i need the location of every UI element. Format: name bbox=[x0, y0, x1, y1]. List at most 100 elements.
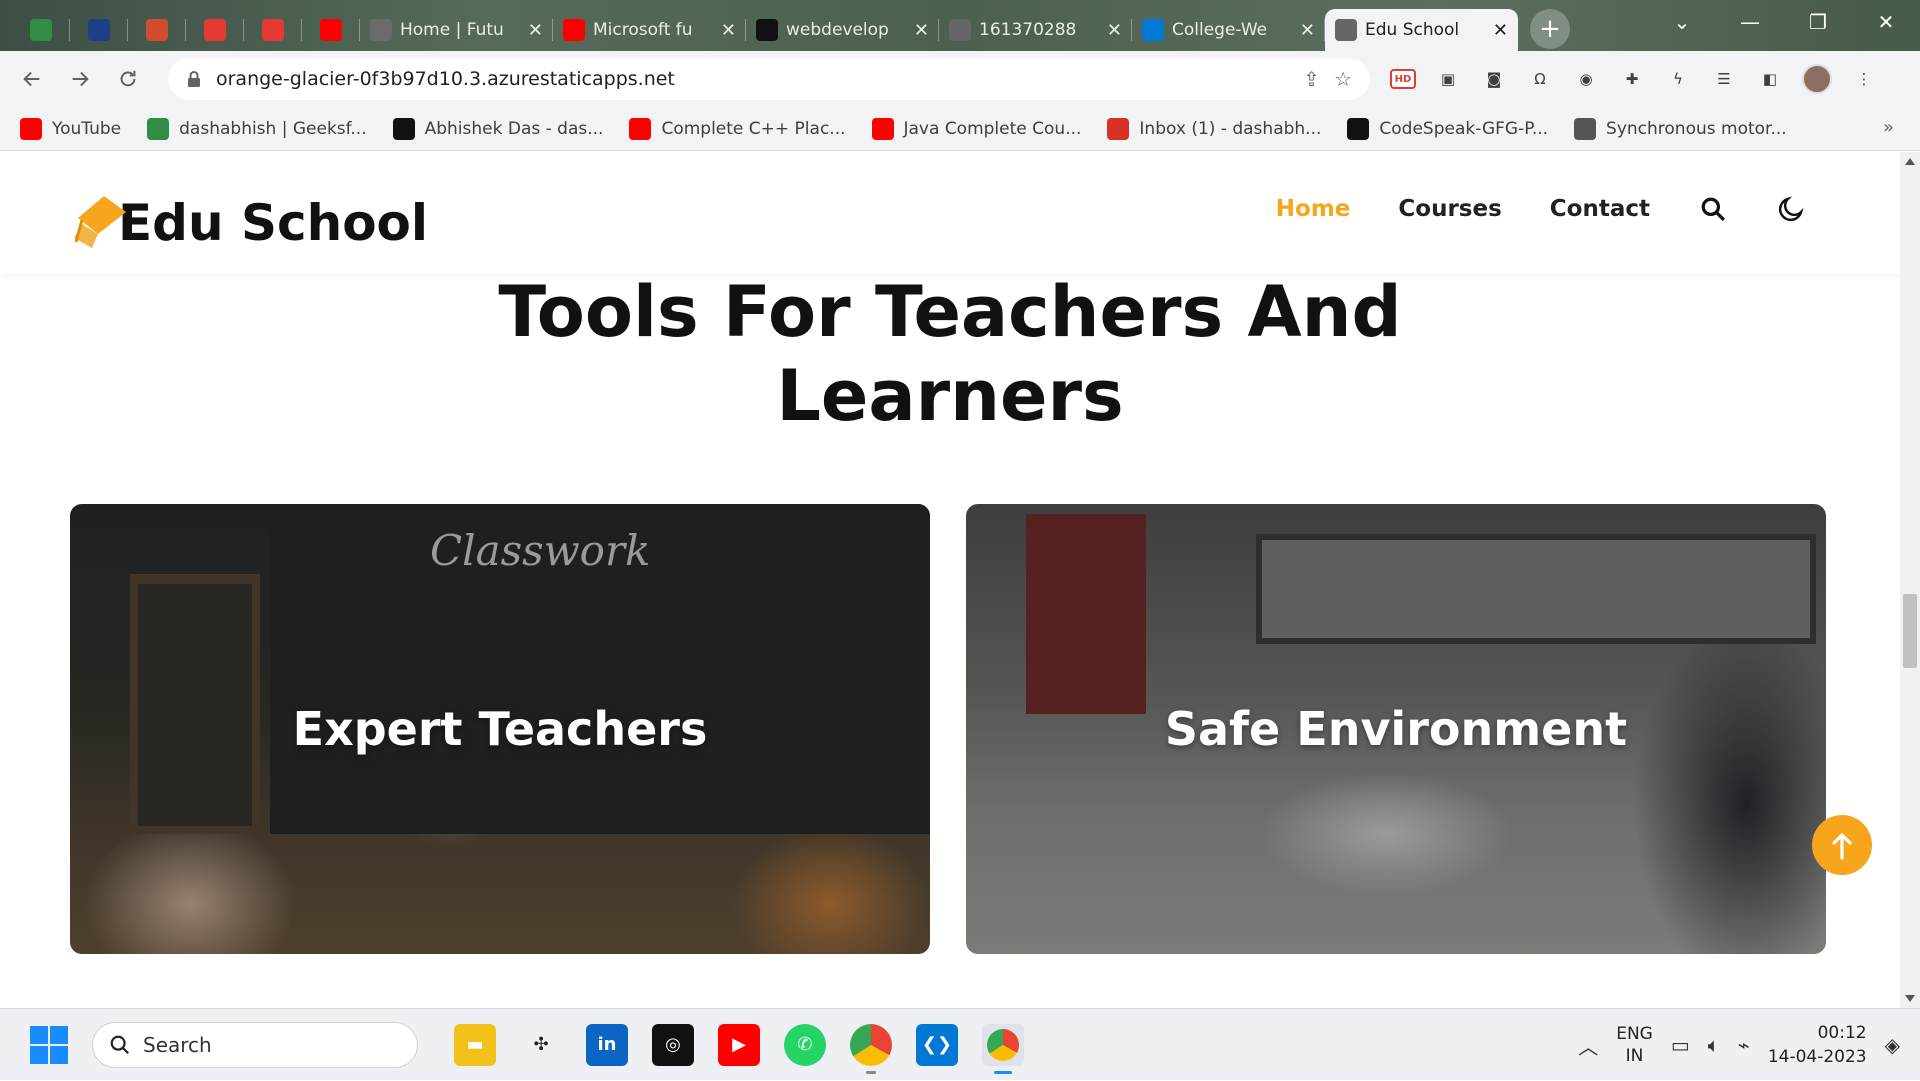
youtube-icon bbox=[20, 117, 42, 140]
taskbar-clock[interactable]: 00:12 14-04-2023 bbox=[1768, 1021, 1867, 1069]
vscode-icon[interactable]: ❮❯ bbox=[916, 1023, 958, 1066]
profile-avatar[interactable] bbox=[1802, 64, 1832, 94]
share-icon[interactable]: ⇪ bbox=[1303, 67, 1320, 91]
browser-tab[interactable] bbox=[302, 9, 360, 51]
tab-title: Microsoft fu bbox=[593, 20, 693, 40]
battery-icon[interactable]: ⌁ bbox=[1738, 1033, 1750, 1057]
reading-list-icon[interactable]: ☰ bbox=[1710, 65, 1738, 93]
browser-tab[interactable] bbox=[70, 9, 128, 51]
browser-tab[interactable] bbox=[186, 9, 244, 51]
site-header: Edu School Home Courses Contact bbox=[0, 152, 1900, 274]
whatsapp-icon[interactable]: ✆ bbox=[784, 1023, 826, 1066]
tab-title: 161370288 bbox=[979, 20, 1077, 40]
omega-extension-icon[interactable]: Ω bbox=[1526, 65, 1554, 93]
linkedin-icon[interactable]: in bbox=[586, 1023, 628, 1066]
bookmark-item[interactable]: Inbox (1) - dashabh... bbox=[1107, 117, 1322, 140]
hd-extension-icon[interactable]: HD bbox=[1390, 69, 1416, 89]
glasses-extension-icon[interactable]: ◉ bbox=[1572, 65, 1600, 93]
arrow-up-icon bbox=[1832, 832, 1852, 860]
scrollbar-thumb[interactable] bbox=[1903, 594, 1917, 668]
kebab-menu-icon[interactable]: ⋮ bbox=[1850, 65, 1878, 93]
puzzle-extensions-icon[interactable]: ✚ bbox=[1618, 65, 1646, 93]
arrow-right-icon bbox=[72, 71, 89, 87]
new-tab-button[interactable]: + bbox=[1530, 9, 1570, 49]
browser-tab[interactable]: webdevelop ✕ bbox=[746, 9, 939, 51]
scroll-down-arrow-icon[interactable] bbox=[1905, 995, 1915, 1002]
github-icon[interactable]: ◎ bbox=[652, 1023, 694, 1066]
search-icon[interactable] bbox=[1698, 194, 1728, 224]
feature-card-expert-teachers[interactable]: Classwork Expert Teachers bbox=[70, 504, 930, 954]
browser-tab[interactable]: Edu School ✕ bbox=[1325, 9, 1518, 51]
scroll-up-arrow-icon[interactable] bbox=[1905, 158, 1915, 165]
bookmark-label: Inbox (1) - dashabh... bbox=[1139, 118, 1322, 139]
camera-icon[interactable]: ◙ bbox=[1480, 65, 1508, 93]
chrome-icon[interactable] bbox=[850, 1023, 892, 1074]
browser-tab[interactable]: College-We ✕ bbox=[1132, 9, 1325, 51]
bookmark-label: Abhishek Das - das... bbox=[424, 118, 604, 139]
browser-tab[interactable]: Home | Futu ✕ bbox=[360, 9, 553, 51]
scroll-to-top-button[interactable] bbox=[1812, 815, 1872, 875]
browser-tab[interactable] bbox=[128, 9, 186, 51]
globe-icon bbox=[1335, 19, 1357, 41]
taskbar-search-box[interactable]: Search bbox=[92, 1021, 418, 1068]
bookmark-item[interactable]: CodeSpeak-GFG-P... bbox=[1347, 117, 1548, 140]
bookmark-item[interactable]: Complete C++ Plac... bbox=[629, 117, 846, 140]
close-tab-icon[interactable]: ✕ bbox=[1300, 20, 1315, 41]
forward-button[interactable] bbox=[60, 59, 100, 99]
close-tab-icon[interactable]: ✕ bbox=[528, 20, 543, 41]
search-icon bbox=[110, 1035, 130, 1054]
volume-icon[interactable]: 🔈︎ bbox=[1708, 1033, 1720, 1057]
side-panel-icon[interactable]: ◧ bbox=[1756, 65, 1784, 93]
feature-card-safe-environment[interactable]: Safe Environment bbox=[966, 504, 1826, 954]
chatgpt-icon[interactable]: ✣ bbox=[520, 1024, 562, 1066]
bolt-extension-icon[interactable]: ϟ bbox=[1664, 65, 1692, 93]
site-logo[interactable]: Edu School bbox=[70, 166, 428, 252]
tab-search-chevron-icon[interactable]: ⌄ bbox=[1648, 10, 1716, 34]
browser-tab[interactable] bbox=[244, 9, 302, 51]
graduation-cap-icon bbox=[74, 196, 126, 248]
bookmark-star-icon[interactable]: ☆ bbox=[1334, 67, 1352, 91]
close-window-button[interactable]: ✕ bbox=[1852, 10, 1920, 34]
bookmark-item[interactable]: Synchronous motor... bbox=[1574, 117, 1787, 140]
back-button[interactable] bbox=[12, 59, 52, 99]
close-tab-icon[interactable]: ✕ bbox=[914, 20, 929, 41]
lock-icon[interactable] bbox=[186, 70, 202, 88]
bookmark-label: Complete C++ Plac... bbox=[661, 118, 846, 139]
chrome-profile-icon[interactable] bbox=[982, 1023, 1024, 1074]
globe-icon bbox=[1574, 117, 1597, 140]
browser-tab[interactable]: 161370288 ✕ bbox=[939, 9, 1132, 51]
windows-start-icon[interactable] bbox=[30, 1025, 68, 1064]
bookmark-item[interactable]: dashabhish | Geeksf... bbox=[147, 117, 367, 140]
nav-contact-link[interactable]: Contact bbox=[1550, 196, 1650, 222]
close-tab-icon[interactable]: ✕ bbox=[1493, 20, 1508, 41]
browser-tab[interactable] bbox=[12, 9, 70, 51]
taskbar-search-placeholder[interactable]: Search bbox=[143, 1033, 212, 1057]
close-tab-icon[interactable]: ✕ bbox=[1107, 20, 1122, 41]
browser-tab[interactable]: Microsoft fu ✕ bbox=[553, 9, 746, 51]
bookmark-item[interactable]: Java Complete Cou... bbox=[871, 117, 1081, 140]
minimize-button[interactable]: — bbox=[1716, 10, 1784, 34]
language-indicator[interactable]: ENG IN bbox=[1616, 1023, 1653, 1067]
window-controls: ⌄ — ❐ ✕ bbox=[1648, 0, 1920, 44]
url-text[interactable]: orange-glacier-0f3b97d10.3.azurestaticap… bbox=[216, 68, 1289, 90]
network-icon[interactable]: ▭ bbox=[1671, 1033, 1690, 1057]
reload-button[interactable] bbox=[108, 59, 148, 99]
youtube-icon[interactable]: ▶ bbox=[718, 1023, 760, 1066]
site-icon bbox=[370, 19, 392, 41]
address-bar[interactable]: orange-glacier-0f3b97d10.3.azurestaticap… bbox=[168, 58, 1370, 100]
bookmark-item[interactable]: Abhishek Das - das... bbox=[392, 117, 604, 140]
page-scrollbar[interactable] bbox=[1900, 152, 1920, 1008]
close-tab-icon[interactable]: ✕ bbox=[721, 20, 736, 41]
dark-mode-moon-icon[interactable] bbox=[1776, 194, 1806, 224]
bookmark-item[interactable]: YouTube bbox=[20, 117, 121, 140]
bookmarks-overflow-button[interactable]: » bbox=[1883, 117, 1894, 138]
nav-home-link[interactable]: Home bbox=[1276, 196, 1351, 222]
picture-in-picture-icon[interactable]: ▣ bbox=[1434, 65, 1462, 93]
chevron-up-icon[interactable]: ︿ bbox=[1578, 1031, 1598, 1060]
restore-button[interactable]: ❐ bbox=[1784, 10, 1852, 34]
tab-list: Home | Futu ✕ Microsoft fu ✕ webdevelop ✕ 1613… bbox=[12, 9, 1518, 51]
notification-icon[interactable]: ◈ bbox=[1885, 1033, 1900, 1057]
file-explorer-icon[interactable]: ▬ bbox=[454, 1023, 496, 1066]
nav-courses-link[interactable]: Courses bbox=[1398, 196, 1501, 222]
arrow-left-icon bbox=[23, 71, 40, 87]
